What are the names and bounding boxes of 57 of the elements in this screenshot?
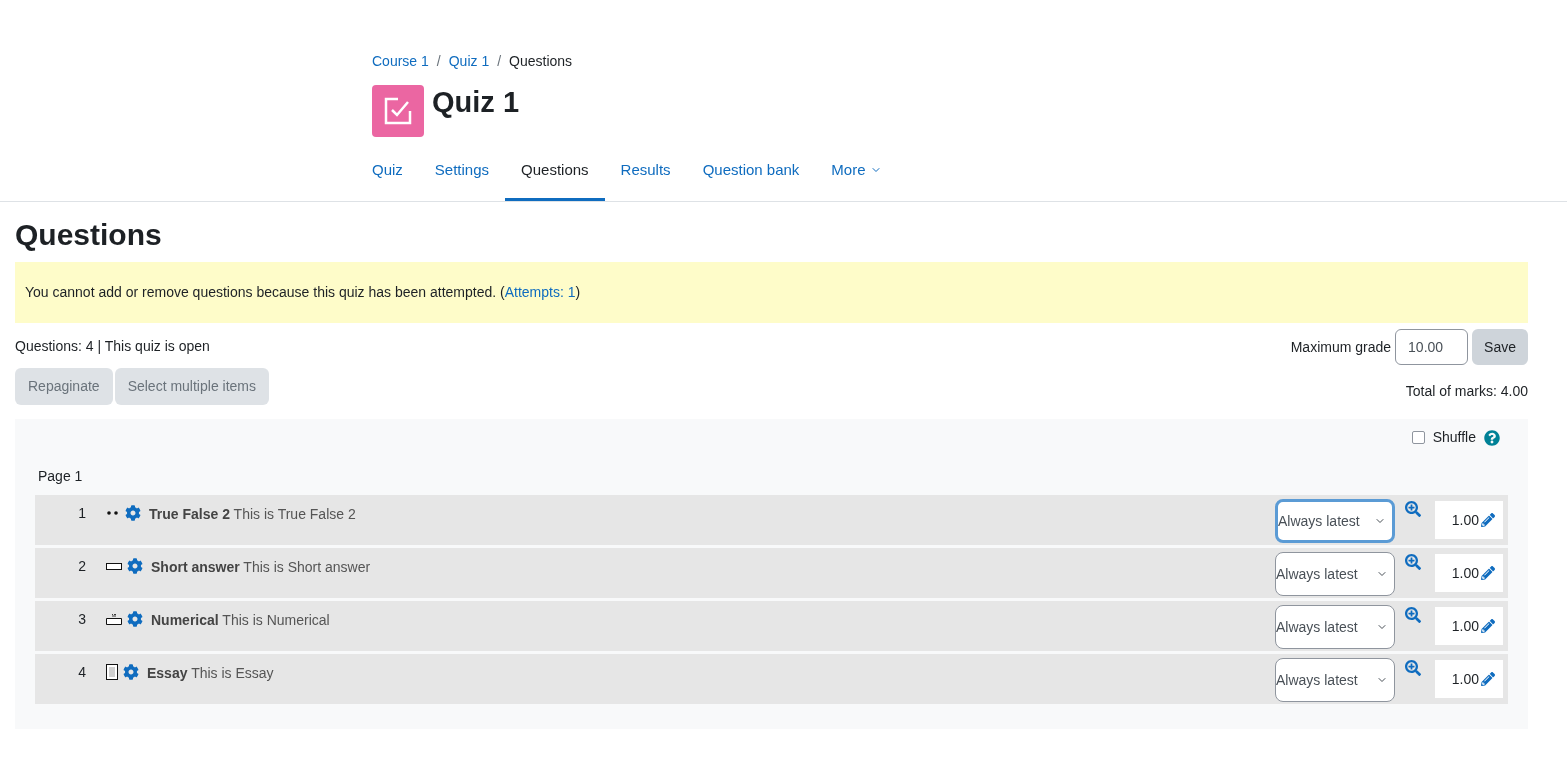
zoom-in-icon[interactable] — [1405, 607, 1421, 623]
zoom-in-icon[interactable] — [1405, 660, 1421, 676]
zoom-in-icon[interactable] — [1405, 554, 1421, 570]
question-title[interactable]: Essay This is Essay — [147, 654, 274, 684]
breadcrumb-current: Questions — [509, 52, 573, 71]
question-title[interactable]: True False 2 This is True False 2 — [149, 495, 356, 525]
nav-tab[interactable]: Question bank — [686, 151, 816, 201]
breadcrumb-link[interactable]: Quiz 1 — [448, 51, 490, 72]
maximum-grade-field[interactable]: 10.00 — [1395, 329, 1469, 365]
shuffle-label: Shuffle — [1432, 428, 1476, 447]
nav-tab[interactable]: Settings — [418, 151, 506, 201]
two-dots-icon — [106, 510, 120, 516]
question-number: 4 — [77, 663, 86, 682]
question-title[interactable]: Numerical This is Numerical — [151, 601, 330, 631]
settings-icon[interactable] — [127, 558, 143, 574]
pencil-icon[interactable] — [1481, 619, 1495, 633]
number-field-icon — [106, 613, 122, 625]
breadcrumb-link[interactable]: Course 1 — [372, 51, 429, 72]
quiz-icon — [372, 85, 424, 137]
document-icon — [106, 664, 118, 680]
nav-tab[interactable]: Questions — [505, 151, 605, 201]
settings-icon[interactable] — [125, 505, 141, 521]
nav-tab[interactable]: Quiz — [356, 151, 419, 201]
breadcrumb-separator: / — [497, 52, 502, 71]
pencil-icon[interactable] — [1481, 672, 1495, 686]
nav-tab[interactable]: More — [815, 151, 898, 201]
nav-tab[interactable]: Results — [604, 151, 687, 201]
notice-text: You cannot add or remove questions because this quiz has been attempted. (Attempts: 1) — [25, 283, 581, 302]
text-field-icon — [106, 562, 122, 570]
mark-field[interactable]: 1.00 — [1435, 607, 1503, 645]
pencil-icon[interactable] — [1481, 566, 1495, 580]
settings-icon[interactable] — [123, 664, 139, 680]
help-icon[interactable] — [1484, 429, 1500, 446]
maximum-grade-label: Maximum grade — [1290, 337, 1392, 357]
question-number: 3 — [77, 610, 86, 629]
section-heading: Questions — [15, 216, 163, 253]
shuffle-checkbox[interactable] — [1411, 431, 1425, 444]
page-label: Page 1 — [38, 467, 83, 486]
save-button[interactable]: Save — [1472, 329, 1528, 365]
pencil-icon[interactable] — [1481, 513, 1495, 527]
page-title: Quiz 1 — [432, 88, 519, 117]
version-select[interactable]: Always latest — [1275, 605, 1395, 649]
total-marks-text: Total of marks: 4.00 — [1405, 382, 1528, 401]
zoom-in-icon[interactable] — [1405, 501, 1421, 517]
version-select[interactable]: Always latest — [1275, 658, 1395, 702]
mark-field[interactable]: 1.00 — [1435, 554, 1503, 592]
breadcrumb-separator: / — [436, 52, 441, 71]
question-number: 1 — [77, 504, 86, 523]
attempts-link[interactable]: Attempts: 1 — [504, 284, 576, 300]
quiz-status-text: Questions: 4 | This quiz is open — [15, 337, 211, 356]
version-select[interactable]: Always latest — [1275, 552, 1395, 596]
mark-field[interactable]: 1.00 — [1435, 660, 1503, 698]
question-number: 2 — [77, 557, 86, 576]
question-title[interactable]: Short answer This is Short answer — [151, 548, 371, 578]
version-select[interactable]: Always latest — [1275, 499, 1395, 543]
settings-icon[interactable] — [127, 611, 143, 627]
mark-field[interactable]: 1.00 — [1435, 501, 1503, 539]
